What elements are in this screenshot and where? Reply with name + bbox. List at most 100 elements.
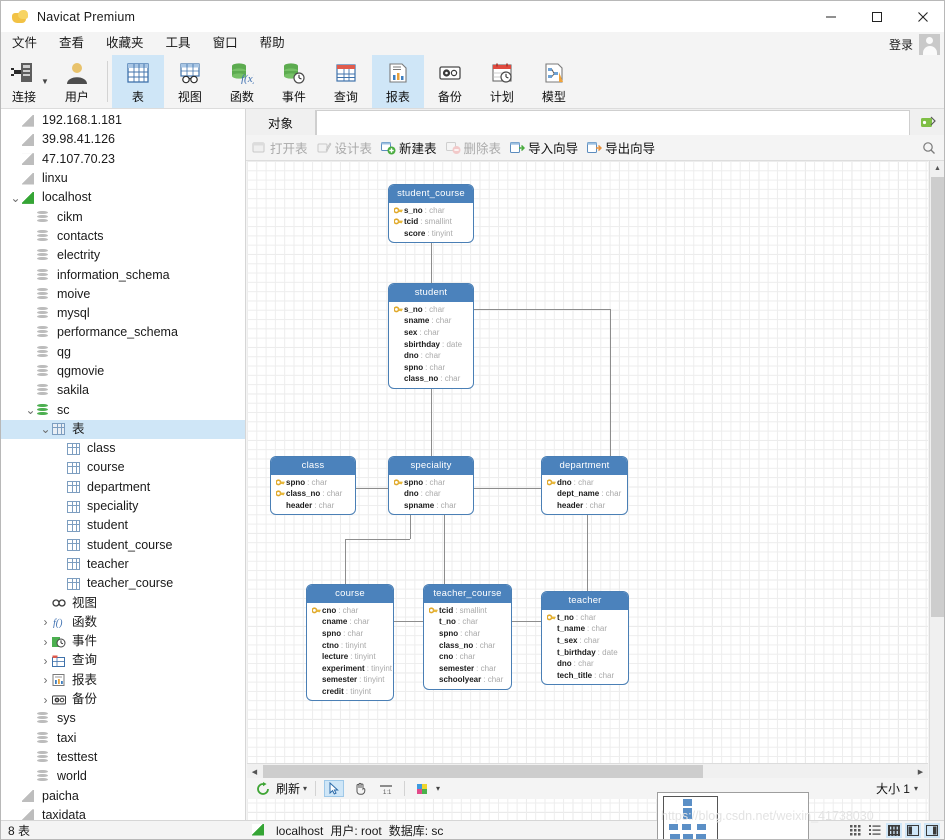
pointer-tool-icon[interactable] [324,780,345,797]
minimize-button[interactable] [808,1,854,32]
list-view-icon[interactable] [867,823,883,838]
action-open-table[interactable]: 打开表 [252,138,308,157]
action-import-wizard[interactable]: 导入向导 [510,138,578,157]
menu-help[interactable]: 帮助 [249,32,296,55]
menu-tools[interactable]: 工具 [155,32,202,55]
toolbar-button-model[interactable]: 模型 [528,55,580,108]
canvas-vertical-scrollbar[interactable]: ▲ ▼ [929,161,944,839]
detail-view-icon[interactable] [886,823,902,838]
sidebar-item-sc[interactable]: ⌄ sc [1,400,245,419]
tab-object[interactable]: 对象 [246,110,316,135]
sidebar-item-teacher_course[interactable]: teacher_course [1,574,245,593]
toolbar-button-report[interactable]: 报表 [371,55,424,108]
action-export-wizard[interactable]: 导出向导 [587,138,655,157]
toolbar-button-user[interactable]: 用户 [51,55,103,108]
sidebar-item-sys[interactable]: sys [1,709,245,728]
sidebar-item-taxi[interactable]: taxi [1,729,245,748]
refresh-button[interactable]: 刷新 ▾ [253,780,307,797]
er-diagram-canvas[interactable]: student_course s_no: char tcid: smallint sc… [247,161,928,839]
er-table-teacher[interactable]: teacher t_no: char t_name: char t_sex: char… [541,591,629,686]
sidebar-item-sakila[interactable]: sakila [1,381,245,400]
sidebar-item-linxu[interactable]: linxu [1,169,245,188]
sidebar-item-qg[interactable]: qg [1,343,245,362]
action-design-table[interactable]: 设计表 [317,138,372,157]
chevron-right-icon[interactable]: › [39,635,52,649]
canvas-horizontal-scrollbar[interactable]: ◀ ▶ [247,763,928,778]
sidebar-item-mysql[interactable]: mysql [1,304,245,323]
right-pane-toggle-icon[interactable] [924,823,940,838]
sidebar-item-student_course[interactable]: student_course [1,536,245,555]
left-pane-toggle-icon[interactable] [905,823,921,838]
hand-tool-icon[interactable] [350,780,370,797]
er-table-speciality[interactable]: speciality spno: char dno: char spname: cha… [388,456,474,516]
menu-window[interactable]: 窗口 [202,32,249,55]
sidebar-item-electrity[interactable]: electrity [1,246,245,265]
color-button[interactable]: ▾ [413,780,440,797]
scroll-up-arrow-icon[interactable]: ▲ [930,161,944,176]
sidebar-item-[interactable]: 视图 [1,593,245,612]
sidebar-item-cikm[interactable]: cikm [1,207,245,226]
close-button[interactable] [900,1,944,32]
toolbar-button-view[interactable]: 视图 [164,55,216,108]
sidebar-item-speciality[interactable]: speciality [1,497,245,516]
canvas-size-selector[interactable]: 大小 1 ▾ [876,780,918,797]
sidebar-item-qgmovie[interactable]: qgmovie [1,362,245,381]
toolbar-button-event[interactable]: 事件 [268,55,320,108]
toolbar-button-table[interactable]: 表 [111,55,164,108]
sidebar-item-471077023[interactable]: 47.107.70.23 [1,150,245,169]
sidebar-item-399841126[interactable]: 39.98.41.126 [1,130,245,149]
er-table-class[interactable]: class spno: char class_no: char header: cha… [270,456,356,516]
maximize-button[interactable] [854,1,900,32]
action-delete-table[interactable]: 删除表 [445,138,501,157]
sidebar-item-world[interactable]: world [1,767,245,786]
zoom-reset-icon[interactable]: 1:1 [376,780,396,797]
chevron-down-icon[interactable]: ⌄ [9,192,22,204]
sidebar-item-localhost[interactable]: ⌄ localhost [1,188,245,207]
connection-dropdown-caret-icon[interactable]: ▼ [41,77,49,86]
vertical-scroll-thumb[interactable] [931,177,944,617]
sidebar-item-[interactable]: › 查询 [1,651,245,670]
sidebar-item-[interactable]: ⌄ 表 [1,419,245,440]
menu-file[interactable]: 文件 [1,32,48,55]
chevron-right-icon[interactable]: › [39,693,52,707]
menu-view[interactable]: 查看 [48,32,95,55]
sidebar-item-[interactable]: › 事件 [1,632,245,651]
sidebar-item-[interactable]: › 备份 [1,690,245,709]
sidebar-item-paicha[interactable]: paicha [1,786,245,805]
sidebar-item-taxidata[interactable]: taxidata [1,806,245,820]
chevron-right-icon[interactable]: › [39,654,52,668]
avatar[interactable] [919,33,940,55]
sidebar-item-moive[interactable]: moive [1,285,245,304]
sidebar-item-testtest[interactable]: testtest [1,748,245,767]
sidebar-item-class[interactable]: class [1,439,245,458]
sidebar-item-1921681181[interactable]: 192.168.1.181 [1,111,245,130]
er-table-student_course[interactable]: student_course s_no: char tcid: smallint sc… [388,184,474,244]
scroll-left-arrow-icon[interactable]: ◀ [247,764,262,779]
action-new-table[interactable]: 新建表 [381,138,437,157]
sidebar-item-information_schema[interactable]: information_schema [1,265,245,284]
er-table-department[interactable]: department dno: char dept_name: char header… [541,456,628,516]
sidebar-item-performance_schema[interactable]: performance_schema [1,323,245,342]
er-table-teacher_course[interactable]: teacher_course tcid: smallint t_no: char sp… [423,584,512,690]
sidebar-item-department[interactable]: department [1,478,245,497]
sidebar-item-contacts[interactable]: contacts [1,227,245,246]
object-filter-input[interactable] [316,110,910,135]
horizontal-scroll-thumb[interactable] [263,765,703,778]
chevron-down-icon[interactable]: ⌄ [39,423,52,435]
sidebar-item-[interactable]: › f() 函数 [1,613,245,632]
chevron-right-icon[interactable]: › [39,615,52,629]
connection-tree-sidebar[interactable]: 192.168.1.181 39.98.41.126 47.107.70.23 lin… [1,109,246,820]
toolbar-button-backup[interactable]: 备份 [424,55,476,108]
toolbar-button-function[interactable]: f(x) 函数 [216,55,268,108]
login-link[interactable]: 登录 [889,36,913,53]
scroll-right-arrow-icon[interactable]: ▶ [913,764,928,779]
size-dropdown-caret-icon[interactable]: ▾ [914,784,918,793]
er-table-student[interactable]: student s_no: char sname: char sex: char sbi… [388,283,474,389]
sidebar-item-[interactable]: › 报表 [1,671,245,690]
grid-view-icon[interactable] [848,823,864,838]
sidebar-item-teacher[interactable]: teacher [1,555,245,574]
color-dropdown-caret-icon[interactable]: ▾ [436,784,440,793]
menu-favorites[interactable]: 收藏夹 [95,32,155,55]
sidebar-item-course[interactable]: course [1,458,245,477]
refresh-dropdown-caret-icon[interactable]: ▾ [303,784,307,793]
